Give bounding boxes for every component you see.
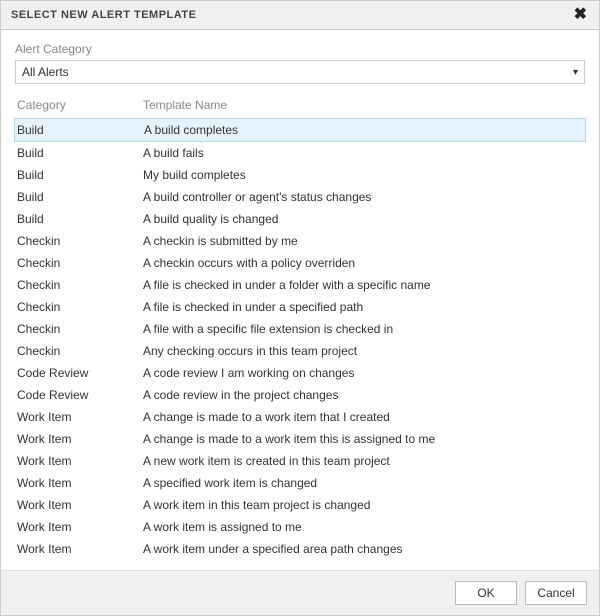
table-row[interactable]: Work ItemA specified work item is change… (15, 472, 585, 494)
table-row[interactable]: BuildMy build completes (15, 164, 585, 186)
dialog-footer: OK Cancel (1, 570, 599, 615)
table-row[interactable]: BuildA build completes (14, 118, 586, 142)
cell-template-name: A build fails (143, 144, 585, 162)
cell-template-name: A new work item is created in this team … (143, 452, 585, 470)
ok-button[interactable]: OK (455, 581, 517, 605)
cell-category: Build (15, 188, 143, 206)
cell-category: Build (15, 210, 143, 228)
alert-category-dropdown[interactable]: All Alerts ▾ (15, 60, 585, 84)
dialog-title: SELECT NEW ALERT TEMPLATE (11, 9, 196, 21)
cell-category: Checkin (15, 342, 143, 360)
table-row[interactable]: Work ItemA change is made to a work item… (15, 428, 585, 450)
cell-template-name: A build completes (144, 121, 584, 139)
table-row[interactable]: CheckinA file is checked in under a spec… (15, 296, 585, 318)
alert-category-selected: All Alerts (22, 65, 69, 79)
cell-template-name: A change is made to a work item that I c… (143, 408, 585, 426)
cell-template-name: A checkin occurs with a policy overriden (143, 254, 585, 272)
dialog: SELECT NEW ALERT TEMPLATE ✖ Alert Catego… (0, 0, 600, 616)
cell-category: Checkin (15, 320, 143, 338)
table-row[interactable]: Work ItemA work item is assigned to me (15, 516, 585, 538)
cell-category: Checkin (15, 276, 143, 294)
cell-category: Checkin (15, 254, 143, 272)
cell-template-name: A file is checked in under a folder with… (143, 276, 585, 294)
cell-template-name: A work item under a specified area path … (143, 540, 585, 558)
cell-template-name: A build quality is changed (143, 210, 585, 228)
cell-category: Build (15, 166, 143, 184)
table-row[interactable]: Work ItemA change is made to a work item… (15, 406, 585, 428)
cell-category: Checkin (15, 298, 143, 316)
table-row[interactable]: Code ReviewA code review I am working on… (15, 362, 585, 384)
cell-template-name: A file with a specific file extension is… (143, 320, 585, 338)
cell-category: Work Item (15, 496, 143, 514)
cell-template-name: Any checking occurs in this team project (143, 342, 585, 360)
cell-template-name: A build controller or agent's status cha… (143, 188, 585, 206)
cell-category: Work Item (15, 540, 143, 558)
titlebar: SELECT NEW ALERT TEMPLATE ✖ (1, 1, 599, 30)
cell-template-name: A work item in this team project is chan… (143, 496, 585, 514)
cell-template-name: A change is made to a work item this is … (143, 430, 585, 448)
col-header-category[interactable]: Category (15, 98, 143, 112)
cell-template-name: A code review I am working on changes (143, 364, 585, 382)
cell-template-name: A checkin is submitted by me (143, 232, 585, 250)
cell-category: Code Review (15, 364, 143, 382)
table-row[interactable]: BuildA build controller or agent's statu… (15, 186, 585, 208)
table-row[interactable]: CheckinA file is checked in under a fold… (15, 274, 585, 296)
table-row[interactable]: CheckinA checkin occurs with a policy ov… (15, 252, 585, 274)
alert-category-label: Alert Category (15, 42, 585, 56)
col-header-template-name[interactable]: Template Name (143, 98, 585, 112)
table-row[interactable]: CheckinAny checking occurs in this team … (15, 340, 585, 362)
cell-category: Work Item (15, 408, 143, 426)
cell-category: Work Item (15, 452, 143, 470)
template-table: Category Template Name BuildA build comp… (15, 96, 585, 560)
close-icon[interactable]: ✖ (572, 7, 589, 23)
cell-template-name: My build completes (143, 166, 585, 184)
cancel-button[interactable]: Cancel (525, 581, 587, 605)
cell-category: Work Item (15, 518, 143, 536)
table-row[interactable]: BuildA build quality is changed (15, 208, 585, 230)
cell-category: Code Review (15, 386, 143, 404)
table-row[interactable]: Work ItemA work item under a specified a… (15, 538, 585, 560)
dialog-content: Alert Category All Alerts ▾ Category Tem… (1, 30, 599, 570)
chevron-down-icon: ▾ (573, 67, 578, 78)
table-row[interactable]: CheckinA checkin is submitted by me (15, 230, 585, 252)
cell-template-name: A specified work item is changed (143, 474, 585, 492)
cell-category: Checkin (15, 232, 143, 250)
table-row[interactable]: Code ReviewA code review in the project … (15, 384, 585, 406)
cell-template-name: A file is checked in under a specified p… (143, 298, 585, 316)
cell-category: Work Item (15, 474, 143, 492)
table-row[interactable]: BuildA build fails (15, 142, 585, 164)
table-header: Category Template Name (15, 96, 585, 118)
table-row[interactable]: Work ItemA new work item is created in t… (15, 450, 585, 472)
cell-category: Work Item (15, 430, 143, 448)
cell-category: Build (15, 144, 143, 162)
cell-category: Build (16, 121, 144, 139)
cell-template-name: A code review in the project changes (143, 386, 585, 404)
table-body: BuildA build completesBuildA build fails… (15, 118, 585, 560)
table-row[interactable]: Work ItemA work item in this team projec… (15, 494, 585, 516)
cell-template-name: A work item is assigned to me (143, 518, 585, 536)
table-row[interactable]: CheckinA file with a specific file exten… (15, 318, 585, 340)
